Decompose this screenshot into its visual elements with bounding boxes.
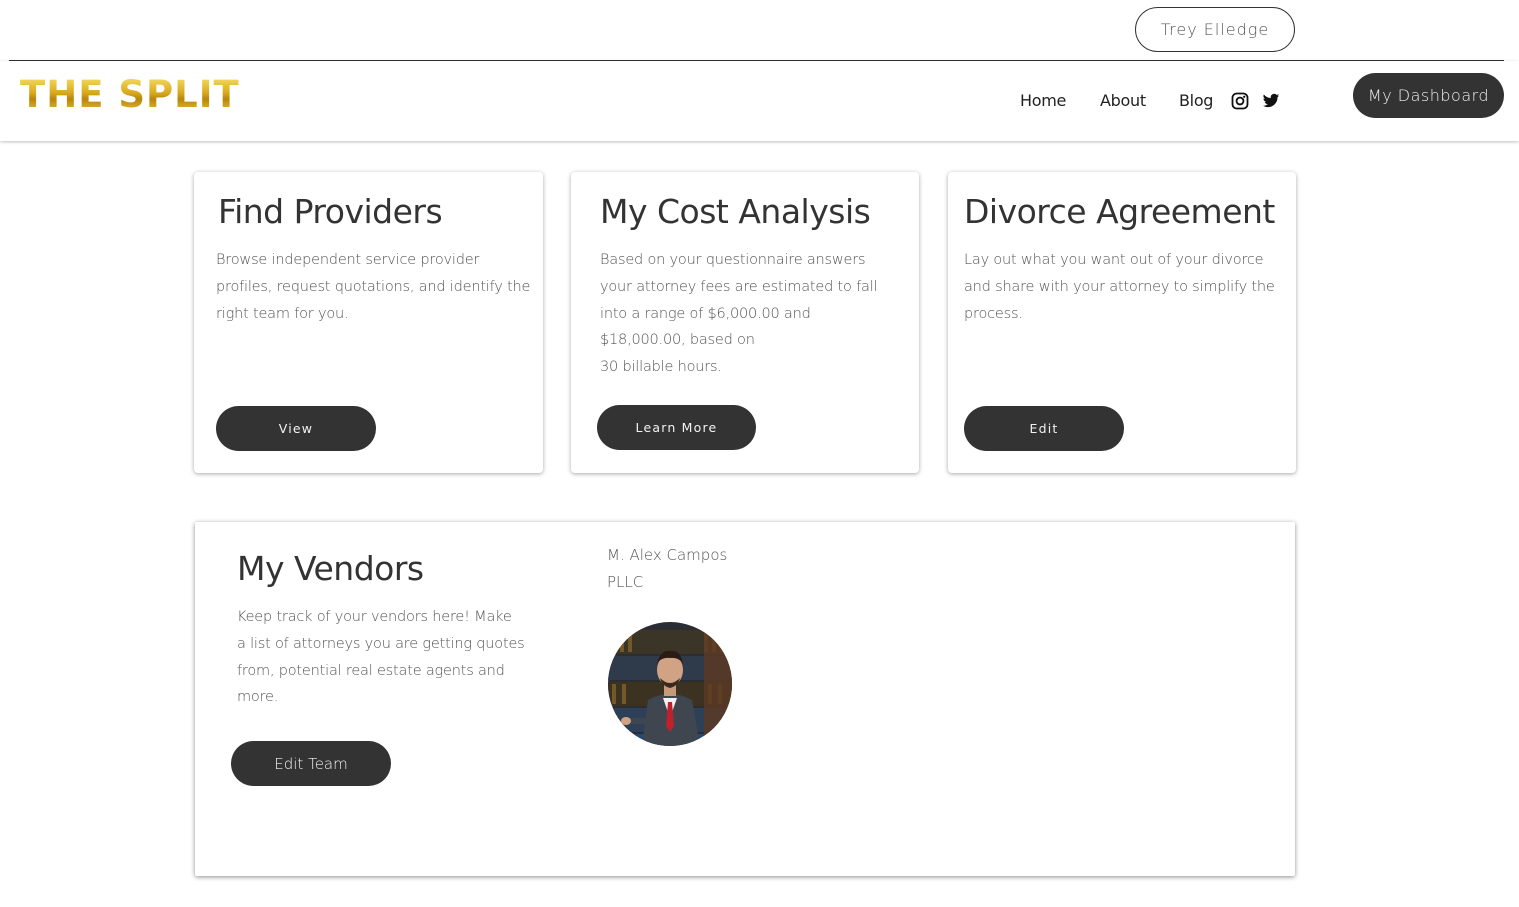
vendor-name[interactable]: M. Alex Campos PLLC <box>607 542 727 596</box>
card-description: Keep track of your vendors here! Make a … <box>237 609 525 706</box>
edit-button[interactable]: Edit <box>964 406 1124 451</box>
card-description: Based on your questionnaire answers your… <box>600 252 878 376</box>
nav-item-blog[interactable]: Blog <box>1179 91 1213 110</box>
user-account-button[interactable]: Trey Elledge <box>1135 7 1295 52</box>
card-description: Lay out what you want out of your divorc… <box>964 252 1275 322</box>
card-title: My Cost Analysis <box>600 192 871 231</box>
site-logo[interactable]: THE SPLIT <box>20 75 240 115</box>
dashboard-label: My Dashboard <box>1367 86 1490 105</box>
edit-team-button[interactable]: Edit Team <box>231 741 391 786</box>
vendor-avatar[interactable] <box>608 622 732 746</box>
site-header: THE SPLIT Home About Blog My Dashboard <box>0 61 1519 141</box>
cost-analysis-card: My Cost Analysis Based on your questionn… <box>571 172 919 473</box>
divorce-agreement-card: Divorce Agreement Lay out what you want … <box>948 172 1296 473</box>
card-description: Browse independent service provider prof… <box>216 252 531 322</box>
instagram-icon[interactable] <box>1231 92 1249 110</box>
card-title: My Vendors <box>237 549 424 588</box>
my-dashboard-button[interactable]: My Dashboard <box>1353 73 1504 118</box>
learn-more-button[interactable]: Learn More <box>597 405 756 450</box>
user-name: Trey Elledge <box>1160 20 1270 39</box>
nav-item-about[interactable]: About <box>1100 91 1146 110</box>
card-title: Divorce Agreement <box>964 192 1275 231</box>
find-providers-card: Find Providers Browse independent servic… <box>194 172 543 473</box>
card-title: Find Providers <box>218 192 443 231</box>
twitter-icon[interactable] <box>1262 92 1280 110</box>
my-vendors-card: My Vendors Keep track of your vendors he… <box>195 522 1295 876</box>
view-button[interactable]: View <box>216 406 376 451</box>
nav-item-home[interactable]: Home <box>1020 91 1066 110</box>
